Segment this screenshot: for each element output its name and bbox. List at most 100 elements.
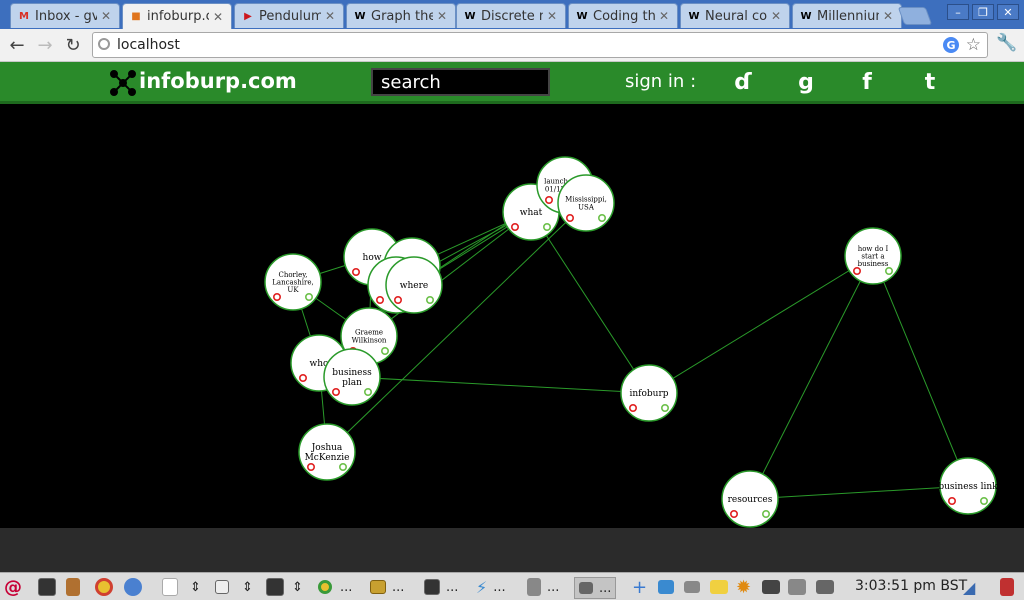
node-add-icon[interactable]	[363, 387, 372, 396]
logout-icon[interactable]	[1000, 577, 1014, 597]
browser-tab[interactable]: ■ infoburp.c ✕	[122, 3, 232, 29]
graph-node[interactable]: resources	[721, 470, 779, 528]
terminal-launcher-icon[interactable]	[38, 577, 56, 597]
node-delete-icon[interactable]	[298, 373, 307, 382]
graph-node[interactable]: JoshuaMcKenzie	[298, 423, 356, 481]
graph-node[interactable]: businessplan	[323, 348, 381, 406]
notes-icon[interactable]	[710, 577, 728, 597]
wikipedia-icon: W	[464, 10, 476, 22]
node-delete-icon[interactable]	[375, 296, 384, 305]
node-delete-icon[interactable]	[729, 509, 738, 518]
maximize-button[interactable]: ❐	[972, 4, 994, 20]
node-add-icon[interactable]	[597, 214, 606, 223]
facebook-icon[interactable]: f	[852, 68, 882, 96]
search-engine-icon[interactable]: G	[943, 37, 959, 53]
dropbox-icon[interactable]	[658, 577, 674, 597]
openid-icon[interactable]: ɗ	[728, 68, 758, 96]
taskbar-clock[interactable]: 3:03:51 pm BST	[855, 578, 967, 594]
node-add-icon[interactable]	[884, 267, 893, 276]
node-delete-icon[interactable]	[947, 496, 956, 505]
node-delete-icon[interactable]	[331, 387, 340, 396]
devices-icon[interactable]	[788, 577, 806, 597]
node-add-icon[interactable]	[380, 347, 389, 356]
site-logo-text[interactable]: infoburp.com	[139, 69, 297, 93]
display-icon[interactable]	[762, 577, 780, 597]
edit-window-icon[interactable]	[215, 577, 229, 597]
minimize-button[interactable]: –	[947, 4, 969, 20]
graph-canvas[interactable]: Chorley,Lancashire,UKhowwhenwhywhereGrae…	[0, 104, 1024, 528]
graph-node[interactable]: how do Istart abusiness	[844, 227, 902, 285]
node-label: how	[363, 253, 382, 263]
forward-button[interactable]: →	[34, 34, 56, 56]
tab-title: Discrete n	[481, 8, 543, 24]
browser-tab[interactable]: W Coding the ✕	[568, 3, 678, 28]
node-add-icon[interactable]	[979, 496, 988, 505]
graph-node[interactable]: Mississippi,USA	[557, 174, 615, 232]
terminal-window-icon[interactable]	[266, 577, 284, 597]
tab-title: Graph the	[371, 8, 433, 24]
reload-button[interactable]: ↻	[62, 34, 84, 56]
chrome-launcher-icon[interactable]	[95, 577, 113, 597]
node-add-icon[interactable]	[304, 293, 313, 302]
node-add-icon[interactable]	[542, 223, 551, 232]
node-add-icon[interactable]	[761, 509, 770, 518]
chrome-window-icon[interactable]: ...	[318, 577, 352, 597]
graph-node[interactable]: where	[385, 256, 443, 314]
node-delete-icon[interactable]	[393, 296, 402, 305]
browser-tab[interactable]: W Neural coc ✕	[680, 3, 790, 28]
browser-tab[interactable]: ▶ Pendulum ✕	[234, 3, 344, 28]
new-tab-button[interactable]	[897, 7, 933, 25]
updown-icon[interactable]: ⇕	[242, 577, 253, 597]
tab-close-icon[interactable]: ✕	[213, 10, 225, 24]
tab-close-icon[interactable]: ✕	[101, 9, 113, 23]
editor-window-icon[interactable]: ⚡...	[476, 577, 506, 597]
refresh-app-icon[interactable]	[124, 577, 142, 597]
browser-tab[interactable]: M Inbox - gv ✕	[10, 3, 120, 28]
add-applet-icon[interactable]: +	[632, 577, 647, 598]
address-bar[interactable]: localhost G ☆	[92, 32, 988, 58]
screenshot-window-item[interactable]: ...	[574, 577, 617, 599]
tab-close-icon[interactable]: ✕	[437, 9, 449, 23]
node-add-icon[interactable]	[660, 403, 669, 412]
bookmark-star-icon[interactable]: ☆	[966, 35, 981, 55]
tumblr-icon[interactable]: t	[915, 68, 945, 96]
updown-icon[interactable]: ⇕	[190, 577, 201, 597]
browser-tab[interactable]: W Graph the ✕	[346, 3, 456, 28]
node-delete-icon[interactable]	[852, 267, 861, 276]
brightness-icon[interactable]: ✹	[736, 577, 751, 598]
folder-window-icon[interactable]: ...	[370, 577, 404, 597]
node-delete-icon[interactable]	[628, 403, 637, 412]
node-delete-icon[interactable]	[272, 293, 281, 302]
browser-tab[interactable]: W Discrete n ✕	[456, 3, 566, 28]
tab-close-icon[interactable]: ✕	[771, 9, 783, 23]
node-delete-icon[interactable]	[351, 268, 360, 277]
tab-close-icon[interactable]: ✕	[325, 9, 337, 23]
screen-icon[interactable]	[816, 577, 834, 597]
updown-icon[interactable]: ⇕	[292, 577, 303, 597]
node-delete-icon[interactable]	[306, 462, 315, 471]
close-window-button[interactable]: ✕	[997, 4, 1019, 20]
search-input[interactable]	[371, 68, 550, 96]
debian-menu-icon[interactable]: @	[4, 577, 22, 598]
back-button[interactable]: ←	[6, 34, 28, 56]
calculator-window-icon[interactable]: ...	[527, 577, 559, 597]
network-icon[interactable]	[684, 577, 700, 597]
graph-node[interactable]: Chorley,Lancashire,UK	[264, 253, 322, 311]
node-add-icon[interactable]	[425, 296, 434, 305]
graph-node[interactable]: business link	[938, 457, 998, 515]
tab-close-icon[interactable]: ✕	[659, 9, 671, 23]
wrench-menu-icon[interactable]: 🔧	[996, 33, 1017, 53]
node-delete-icon[interactable]	[544, 196, 553, 205]
browser-tab[interactable]: W Millennium ✕	[792, 3, 902, 28]
tab-close-icon[interactable]: ✕	[883, 9, 895, 23]
paint-roller-icon[interactable]	[66, 577, 80, 597]
node-delete-icon[interactable]	[565, 214, 574, 223]
volume-icon[interactable]: ◢	[963, 577, 975, 597]
google-icon[interactable]: g	[791, 68, 821, 96]
node-add-icon[interactable]	[338, 462, 347, 471]
terminal-window-icon[interactable]: ...	[424, 577, 458, 597]
blank-window-icon[interactable]	[162, 577, 178, 597]
node-delete-icon[interactable]	[510, 223, 519, 232]
graph-node[interactable]: infoburp	[620, 364, 678, 422]
tab-close-icon[interactable]: ✕	[547, 9, 559, 23]
